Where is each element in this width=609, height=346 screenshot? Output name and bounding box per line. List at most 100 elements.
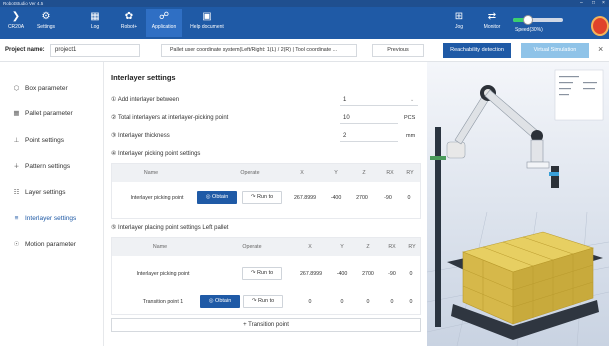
toolbar-monitor-label: Monitor <box>483 24 501 30</box>
cell-z: 2700 <box>356 195 368 201</box>
header-rx: RX <box>386 170 394 176</box>
interlayer-icon: ≡ <box>14 215 19 222</box>
sidebar-item-label: Interlayer settings <box>25 215 77 222</box>
cell-ry: 0 <box>409 271 413 277</box>
obtain-label: Obtain <box>215 298 232 304</box>
run-to-label: Run to <box>256 270 274 276</box>
toolbar-jog-label: Jog <box>454 24 464 30</box>
obtain-button[interactable]: ◎ Obtain <box>197 191 237 204</box>
pallet-icon: ▦ <box>13 110 20 117</box>
sidebar-item-label: Box parameter <box>25 85 68 92</box>
toolbar-robotplus-button[interactable]: ✿ Robot+ <box>116 9 142 37</box>
run-to-button[interactable]: ↷ Run to <box>242 191 282 204</box>
header-y: Y <box>340 244 344 250</box>
cell-rx: -90 <box>384 195 392 201</box>
sidebar-item-interlayer-settings[interactable]: ≡ Interlayer settings <box>12 212 77 226</box>
run-to-label: Run to <box>257 298 275 304</box>
header-x: X <box>308 244 312 250</box>
previous-button[interactable]: Previous <box>372 44 424 57</box>
header-operate: Operate <box>242 244 262 250</box>
motion-icon: ☉ <box>13 241 20 248</box>
picking-point-table: Name Operate X Y Z RX RY Interlayer pick… <box>111 163 421 219</box>
run-to-button[interactable]: ↷ Run to <box>242 267 282 280</box>
sidebar-item-pattern-settings[interactable]: ∔ Pattern settings <box>12 160 70 174</box>
3d-simulation-viewport[interactable] <box>427 62 609 346</box>
header-z: Z <box>362 170 366 176</box>
toolbar-monitor-button[interactable]: ⇄ Monitor <box>478 9 506 37</box>
toolbar-settings-label: Settings <box>36 24 56 30</box>
project-name-label: Project name: <box>5 47 45 53</box>
add-transition-point-button[interactable]: + Transition point <box>111 318 421 332</box>
toolbar-log-button[interactable]: ▦ Log <box>84 9 106 37</box>
table-header: Name Operate X Y Z RX RY <box>112 164 420 182</box>
add-interlayer-select[interactable]: 1 <box>340 94 418 106</box>
header-operate: Operate <box>240 170 260 176</box>
reachability-detection-button[interactable]: Reachability detection <box>443 43 511 58</box>
help-icon: ▣ <box>202 11 212 22</box>
header-x: X <box>300 170 304 176</box>
page-title: Interlayer settings <box>111 73 176 82</box>
virtual-simulation-button[interactable]: Virtual Simulation <box>521 43 589 58</box>
toolbar-application-label: Application <box>151 24 177 30</box>
layer-icon: ☷ <box>13 189 20 196</box>
jog-icon: ⊞ <box>454 11 464 22</box>
emergency-stop-button[interactable] <box>591 16 609 36</box>
plugin-icon: ✿ <box>124 11 134 22</box>
toolbar-log-label: Log <box>90 24 100 30</box>
gear-icon: ⚙ <box>41 11 51 22</box>
cell-x: 267.8999 <box>299 271 323 277</box>
interlayer-settings-panel: Interlayer settings ① Add interlayer bet… <box>104 62 426 346</box>
toolbar-robot-button[interactable]: ❯ CR20A <box>2 9 30 37</box>
title-bar: RobotStudio Ver 4.5 – □ × <box>0 0 609 7</box>
sidebar-item-motion-parameter[interactable]: ☉ Motion parameter <box>12 238 76 252</box>
sidebar-item-label: Pallet parameter <box>25 110 73 117</box>
thickness-input[interactable]: 2 <box>340 130 398 142</box>
toolbar-help-button[interactable]: ▣ Help document <box>184 9 230 37</box>
robot-arm-icon: ❯ <box>11 11 21 22</box>
sidebar-item-label: Motion parameter <box>25 241 76 248</box>
robot-scene <box>427 62 609 346</box>
sidebar-item-point-settings[interactable]: ⊥ Point settings <box>12 134 64 148</box>
cell-z: 0 <box>366 299 370 305</box>
project-bar: Project name: project1 Pallet user coord… <box>0 39 609 62</box>
cell-rx: 0 <box>390 299 394 305</box>
close-icon[interactable]: × <box>598 45 603 54</box>
maximize-icon[interactable]: □ <box>592 0 595 7</box>
total-interlayers-input[interactable]: 10 <box>340 112 398 124</box>
placing-point-table: Name Operate X Y Z RX RY Interlayer pick… <box>111 237 421 315</box>
cell-y: 0 <box>340 299 344 305</box>
total-interlayers-label: ② Total interlayers at interlayer-pickin… <box>111 115 229 121</box>
thickness-label: ③ Interlayer thickness <box>111 133 170 139</box>
obtain-label: Obtain <box>212 194 229 200</box>
row-name: Interlayer picking point <box>136 271 190 277</box>
header-rx: RX <box>388 244 396 250</box>
chevron-down-icon: ⌄ <box>410 97 415 103</box>
toolbar-jog-button[interactable]: ⊞ Jog <box>449 9 469 37</box>
header-ry: RY <box>406 170 414 176</box>
toolbar-application-button[interactable]: ☍ Application <box>146 9 182 37</box>
pattern-icon: ∔ <box>13 163 20 170</box>
coordinate-system-select[interactable]: Pallet user coordinate system(Left/Right… <box>161 44 357 57</box>
speed-slider[interactable] <box>513 15 563 25</box>
obtain-button[interactable]: ◎ Obtain <box>200 295 240 308</box>
minimize-icon[interactable]: – <box>580 0 583 7</box>
table-header: Name Operate X Y Z RX RY <box>112 238 420 256</box>
sidebar: ⬡ Box parameter ▦ Pallet parameter ⊥ Point … <box>0 62 104 346</box>
toolbar-settings-button[interactable]: ⚙ Settings <box>32 9 60 37</box>
app-title: RobotStudio Ver 4.5 <box>3 1 44 6</box>
toolbar-help-label: Help document <box>190 24 224 30</box>
sidebar-item-box-parameter[interactable]: ⬡ Box parameter <box>12 82 68 96</box>
sidebar-item-pallet-parameter[interactable]: ▦ Pallet parameter <box>12 107 73 121</box>
cell-x: 267.8999 <box>293 195 317 201</box>
speed-slider-handle[interactable] <box>523 15 533 25</box>
project-name-input[interactable]: project1 <box>50 44 140 57</box>
close-window-icon[interactable]: × <box>602 0 605 7</box>
sidebar-item-layer-settings[interactable]: ☷ Layer settings <box>12 186 66 200</box>
run-to-button[interactable]: ↷ Run to <box>243 295 283 308</box>
row-name: Interlayer picking point <box>130 195 184 201</box>
main-toolbar: ❯ CR20A ⚙ Settings ▦ Log ✿ Robot+ ☍ Appl… <box>0 7 609 39</box>
cell-rx: -90 <box>388 271 396 277</box>
run-to-label: Run to <box>256 194 274 200</box>
sidebar-item-label: Pattern settings <box>25 163 71 170</box>
toolbar-robotplus-label: Robot+ <box>120 24 138 30</box>
